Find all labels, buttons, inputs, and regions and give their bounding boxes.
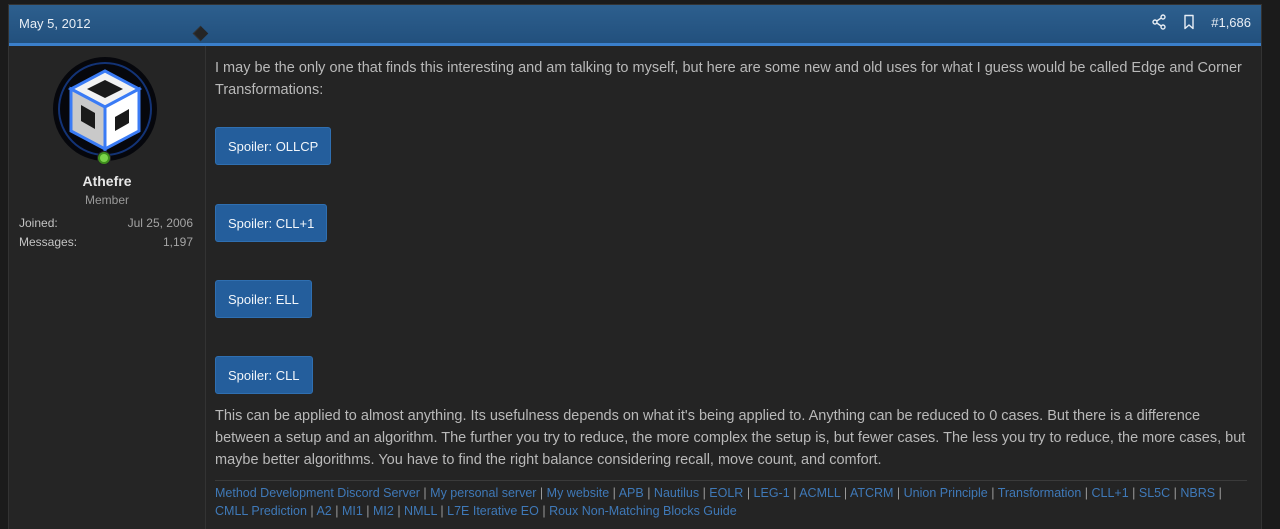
signature-separator: |: [419, 486, 431, 500]
user-info-column: Athefre Member Joined: Jul 25, 2006 Mess…: [9, 46, 206, 529]
user-title: Member: [84, 193, 129, 207]
signature-link[interactable]: L7E Iterative EO: [447, 504, 539, 518]
signature-link[interactable]: EOLR: [709, 486, 743, 500]
signature-separator: |: [538, 504, 550, 518]
online-status-icon: [97, 151, 111, 165]
signature-link[interactable]: ACMLL: [799, 486, 840, 500]
post-actions: #1,686: [1151, 14, 1251, 30]
signature-link[interactable]: CLL+1: [1092, 486, 1129, 500]
signature-separator: |: [743, 486, 754, 500]
username-link[interactable]: Athefre: [9, 173, 205, 189]
signature-link[interactable]: MI2: [373, 504, 394, 518]
signature-separator: |: [699, 486, 710, 500]
signature-separator: |: [643, 486, 654, 500]
signature-link[interactable]: SL5C: [1139, 486, 1170, 500]
spoiler-button[interactable]: Spoiler: CLL+1: [215, 204, 328, 242]
post-date-link[interactable]: May 5, 2012: [19, 16, 91, 31]
messages-stat: Messages: 1,197: [19, 235, 193, 249]
signature-separator: |: [840, 486, 850, 500]
signature-separator: |: [1215, 486, 1222, 500]
avatar[interactable]: [53, 57, 157, 161]
signature-separator: |: [393, 504, 405, 518]
stat-value[interactable]: 1,197: [163, 235, 193, 249]
signature-separator: |: [536, 486, 547, 500]
spoiler-button[interactable]: Spoiler: ELL: [215, 280, 312, 318]
signature-separator: |: [1170, 486, 1181, 500]
bookmark-icon[interactable]: [1181, 14, 1197, 30]
post-number-link[interactable]: #1,686: [1211, 15, 1251, 30]
spoiler-button[interactable]: Spoiler: OLLCP: [215, 127, 332, 165]
signature-link[interactable]: Nautilus: [654, 486, 699, 500]
signature-link[interactable]: CMLL Prediction: [215, 504, 307, 518]
signature-separator: |: [609, 486, 619, 500]
signature-link[interactable]: Transformation: [998, 486, 1082, 500]
signature-link[interactable]: MI1: [342, 504, 363, 518]
signature-separator: |: [331, 504, 342, 518]
share-icon[interactable]: [1151, 14, 1167, 30]
signature: Method Development Discord Server | My p…: [215, 484, 1247, 520]
signature-link[interactable]: LEG-1: [754, 486, 790, 500]
spoiler-button[interactable]: Spoiler: CLL: [215, 356, 313, 394]
signature-link[interactable]: My website: [547, 486, 610, 500]
signature-divider: [215, 480, 1247, 481]
signature-separator: |: [1081, 486, 1092, 500]
signature-separator: |: [436, 504, 448, 518]
signature-link[interactable]: Method Development Discord Server: [215, 486, 420, 500]
joined-stat: Joined: Jul 25, 2006: [19, 216, 193, 230]
post-header: May 5, 2012 #1,686: [9, 5, 1261, 46]
signature-separator: |: [893, 486, 904, 500]
signature-separator: |: [789, 486, 800, 500]
stat-value: Jul 25, 2006: [127, 216, 193, 230]
signature-link[interactable]: APB: [619, 486, 644, 500]
signature-link[interactable]: My personal server: [430, 486, 536, 500]
body-paragraph: This can be applied to almost anything. …: [215, 408, 1246, 468]
signature-separator: |: [987, 486, 998, 500]
signature-link[interactable]: ATCRM: [850, 486, 894, 500]
signature-link[interactable]: Union Principle: [904, 486, 988, 500]
signature-link[interactable]: A2: [316, 504, 331, 518]
intro-text: I may be the only one that finds this in…: [215, 60, 1242, 98]
signature-link[interactable]: NMLL: [404, 504, 437, 518]
signature-separator: |: [1128, 486, 1139, 500]
stat-label: Messages:: [19, 235, 78, 249]
signature-separator: |: [362, 504, 373, 518]
stat-label: Joined:: [19, 216, 58, 230]
forum-post: May 5, 2012 #1,686 Athefre Member Joined…: [8, 4, 1262, 529]
signature-link[interactable]: NBRS: [1180, 486, 1215, 500]
signature-link[interactable]: Roux Non-Matching Blocks Guide: [549, 504, 737, 518]
